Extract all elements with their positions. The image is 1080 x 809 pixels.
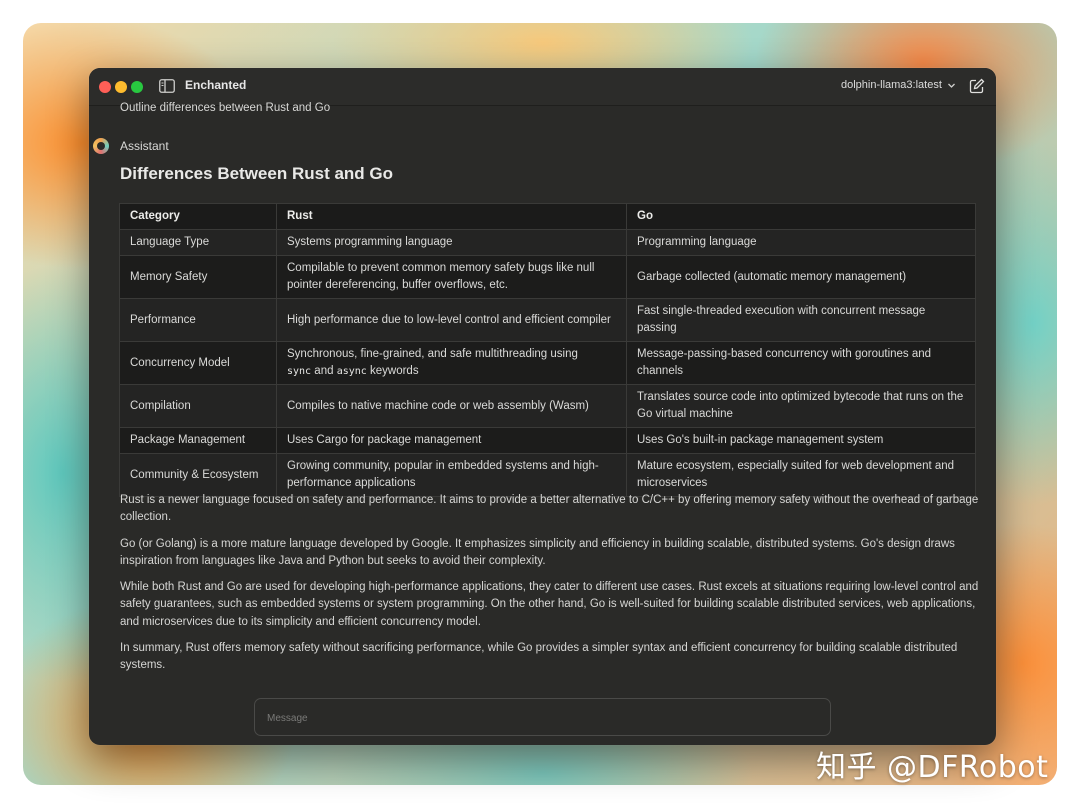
watermark: 知乎 @DFRobot: [816, 750, 1049, 785]
table-cell-category: Language Type: [119, 229, 277, 256]
table-cell-rust: Growing community, popular in embedded s…: [276, 453, 627, 497]
title-bar: Enchanted dolphin-llama3:latest: [89, 68, 996, 106]
new-chat-icon[interactable]: [969, 78, 985, 94]
rust-concurrency-keywords: keywords: [370, 365, 419, 377]
table-header-category: Category: [119, 203, 277, 230]
app-window: Enchanted dolphin-llama3:latest Outline …: [89, 68, 996, 745]
table-cell-go: Mature ecosystem, especially suited for …: [626, 453, 976, 497]
comparison-table: Category Rust Go Language Type Systems p…: [119, 203, 976, 497]
table-cell-category: Package Management: [119, 427, 277, 454]
response-paragraph: While both Rust and Go are used for deve…: [120, 581, 979, 628]
table-cell-go: Message-passing-based concurrency with g…: [626, 341, 976, 385]
response-heading: Differences Between Rust and Go: [120, 164, 394, 183]
table-cell-go: Uses Go's built-in package management sy…: [626, 427, 976, 454]
message-composer: [254, 698, 831, 736]
table-row: Memory Safety Compilable to prevent comm…: [119, 255, 976, 299]
table-cell-rust: High performance due to low-level contro…: [276, 298, 627, 342]
rust-concurrency-text: Synchronous, fine-grained, and safe mult…: [287, 348, 578, 360]
response-body: Rust is a newer language focused on safe…: [120, 492, 980, 684]
assistant-avatar-icon: [93, 138, 109, 154]
message-input[interactable]: [265, 707, 819, 729]
table-header-rust: Rust: [276, 203, 627, 230]
table-cell-rust: Compilable to prevent common memory safe…: [276, 255, 627, 299]
table-row: Performance High performance due to low-…: [119, 298, 976, 342]
rust-concurrency-and: and: [314, 365, 334, 377]
table-header-row: Category Rust Go: [119, 203, 976, 230]
table-row: Community & Ecosystem Growing community,…: [119, 453, 976, 497]
table-cell-rust: Systems programming language: [276, 229, 627, 256]
model-selector[interactable]: dolphin-llama3:latest: [841, 79, 942, 91]
table-row: Language Type Systems programming langua…: [119, 229, 976, 256]
code-sync: sync: [287, 366, 312, 377]
table-cell-category: Memory Safety: [119, 255, 277, 299]
user-message: Outline differences between Rust and Go: [120, 102, 331, 114]
table-cell-go: Programming language: [626, 229, 976, 256]
table-row: Concurrency Model Synchronous, fine-grai…: [119, 341, 976, 385]
code-async: async: [336, 366, 367, 377]
table-cell-category: Concurrency Model: [119, 341, 277, 385]
table-header-go: Go: [626, 203, 976, 230]
zoom-window-button[interactable]: [131, 81, 143, 93]
table-cell-go: Translates source code into optimized by…: [626, 384, 976, 428]
table-cell-rust: Synchronous, fine-grained, and safe mult…: [276, 341, 627, 385]
table-cell-category: Community & Ecosystem: [119, 453, 277, 497]
sidebar-icon[interactable]: [159, 79, 175, 93]
chevron-down-icon[interactable]: [947, 81, 956, 90]
response-paragraph: Rust is a newer language focused on safe…: [120, 494, 979, 524]
response-paragraph: In summary, Rust offers memory safety wi…: [120, 642, 958, 672]
app-title: Enchanted: [185, 78, 247, 92]
table-cell-rust: Uses Cargo for package management: [276, 427, 627, 454]
table-row: Package Management Uses Cargo for packag…: [119, 427, 976, 454]
assistant-label: Assistant: [120, 139, 169, 153]
table-cell-rust: Compiles to native machine code or web a…: [276, 384, 627, 428]
close-window-button[interactable]: [99, 81, 111, 93]
minimize-window-button[interactable]: [115, 81, 127, 93]
table-cell-go: Fast single-threaded execution with conc…: [626, 298, 976, 342]
table-cell-go: Garbage collected (automatic memory mana…: [626, 255, 976, 299]
table-cell-category: Performance: [119, 298, 277, 342]
response-paragraph: Go (or Golang) is a more mature language…: [120, 537, 955, 567]
table-cell-category: Compilation: [119, 384, 277, 428]
table-row: Compilation Compiles to native machine c…: [119, 384, 976, 428]
